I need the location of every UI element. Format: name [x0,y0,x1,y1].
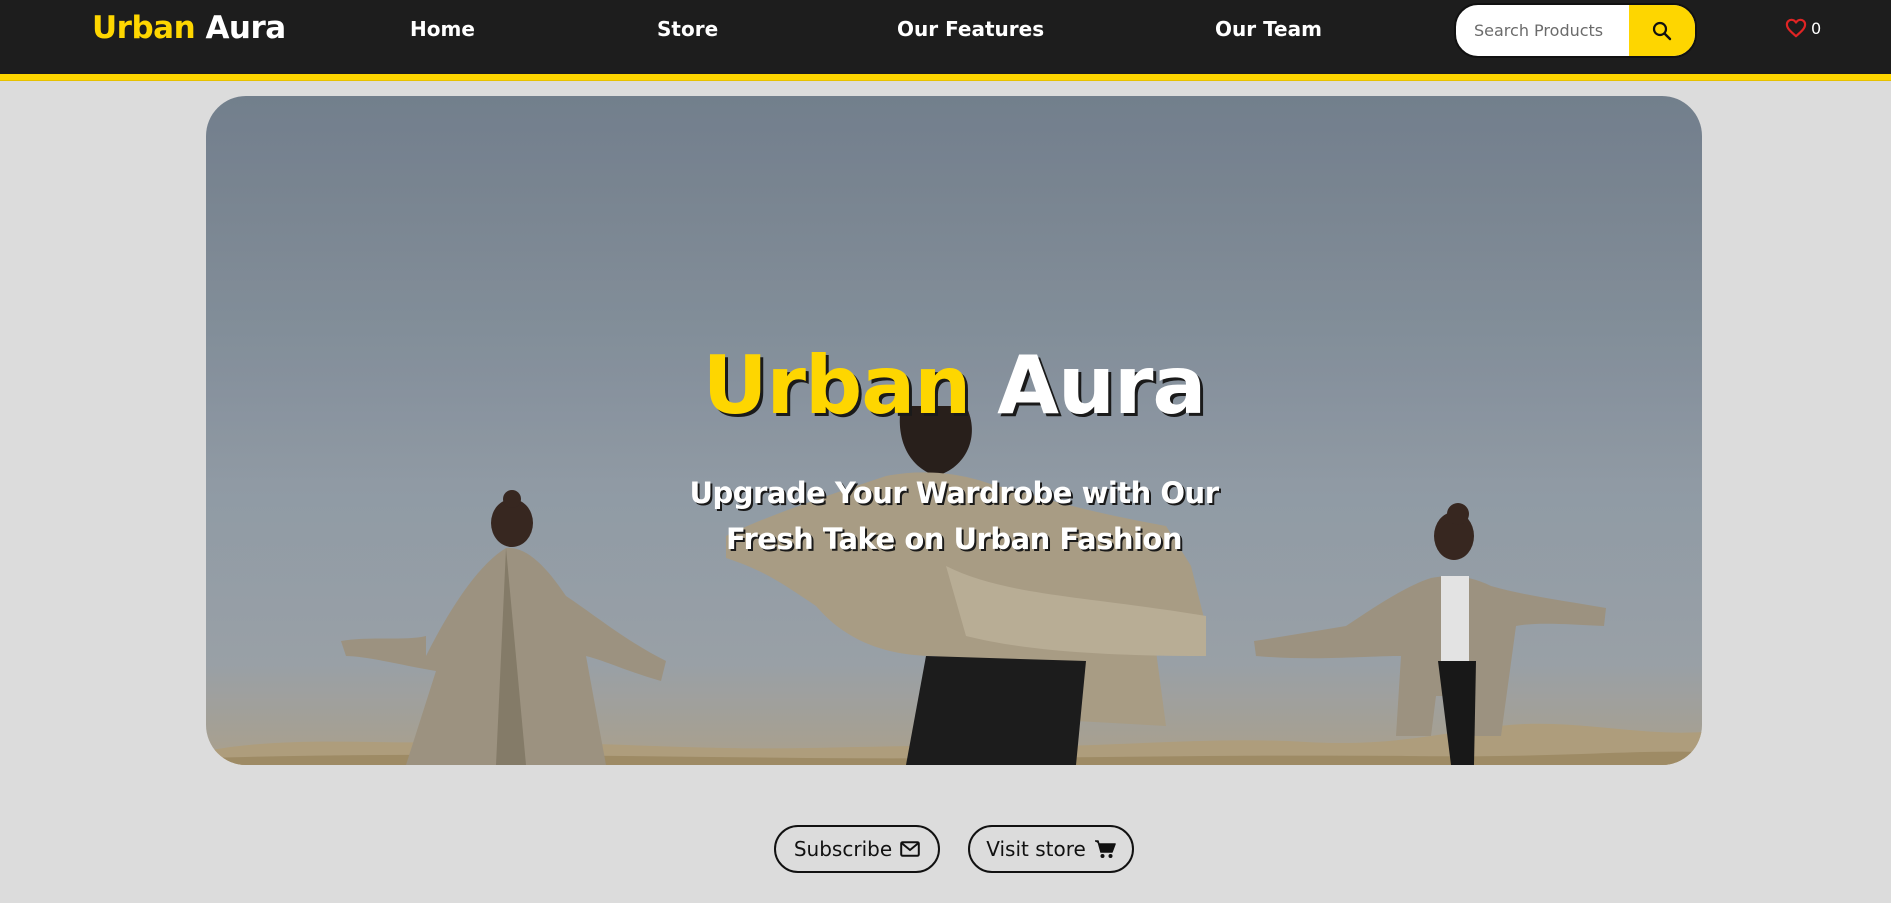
wishlist-count: 0 [1811,18,1822,38]
brand-first-word: Urban [92,10,196,46]
visit-store-label: Visit store [986,837,1086,861]
search-bar [1454,3,1697,58]
subscribe-label: Subscribe [793,837,893,861]
hero-title-first: Urban [702,339,972,432]
cart-icon [1094,840,1116,858]
search-button[interactable] [1629,5,1695,56]
hero-subtitle: Upgrade Your Wardrobe with Our Fresh Tak… [689,476,1219,556]
hero-banner: Urban Aura Upgrade Your Wardrobe with Ou… [206,96,1702,765]
nav-link-our-features[interactable]: Our Features [897,17,1044,41]
top-navbar: Urban Aura Home Store Our Features Our T… [0,0,1891,80]
search-input[interactable] [1456,5,1631,56]
nav-link-home[interactable]: Home [410,17,475,41]
nav-link-store[interactable]: Store [657,17,718,41]
visit-store-button[interactable]: Visit store [968,825,1134,873]
heart-icon [1785,18,1807,38]
brand-logo[interactable]: Urban Aura [92,10,286,46]
wishlist-button[interactable]: 0 [1785,18,1821,38]
envelope-icon [900,841,920,857]
hero-title-second: Aura [997,339,1206,432]
search-icon [1652,21,1672,40]
subscribe-button[interactable]: Subscribe [774,825,940,873]
nav-link-our-team[interactable]: Our Team [1215,17,1322,41]
hero-title: Urban Aura [206,339,1702,432]
brand-second-word: Aura [205,10,286,46]
